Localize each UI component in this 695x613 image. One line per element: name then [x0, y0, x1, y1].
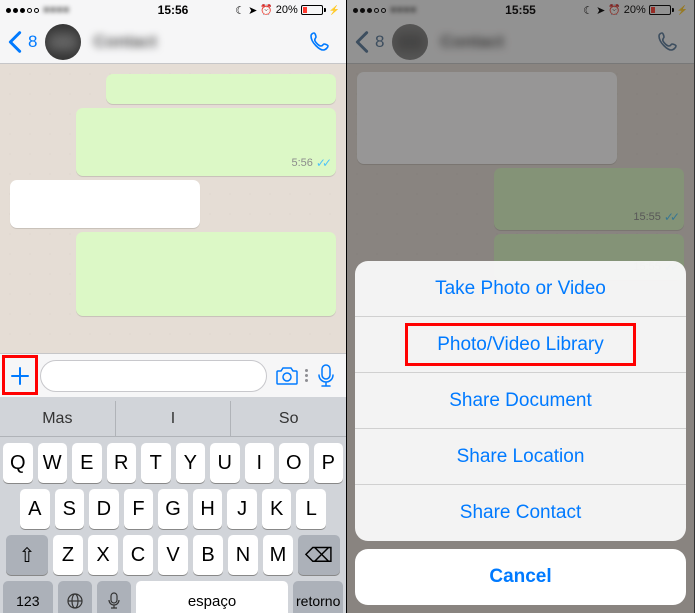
nav-bar: 8 Contact — [0, 20, 346, 64]
suggestion[interactable]: So — [231, 401, 346, 436]
ios-keyboard[interactable]: Mas I So Q W E R T Y U I O P A S D F G H… — [0, 397, 346, 613]
key-shift[interactable]: ⇧ — [6, 535, 48, 575]
key-row-3: ⇧ Z X C V B N M ⌫ — [0, 529, 346, 575]
action-photo-video-library[interactable]: Photo/Video Library — [355, 317, 686, 373]
message-text-input[interactable] — [40, 360, 267, 392]
message-time: 5:56 — [291, 157, 312, 169]
key-return[interactable]: retorno — [293, 581, 343, 613]
signal-dots — [6, 8, 39, 13]
attachment-action-sheet: Take Photo or Video Photo/Video Library … — [355, 261, 686, 605]
attach-plus-button[interactable] — [6, 362, 34, 390]
status-left: ■■■■ — [6, 4, 70, 16]
contact-name[interactable]: Contact — [93, 32, 302, 52]
key-row-2: A S D F G H J K L — [0, 483, 346, 529]
key-s[interactable]: S — [55, 489, 85, 529]
key-q[interactable]: Q — [3, 443, 33, 483]
location-arrow-icon: ➤ — [248, 4, 257, 17]
key-k[interactable]: K — [262, 489, 292, 529]
action-cancel-button[interactable]: Cancel — [355, 549, 686, 605]
key-row-4: 123 espaço retorno — [0, 575, 346, 613]
microphone-icon[interactable] — [312, 362, 340, 390]
key-row-1: Q W E R T Y U I O P — [0, 437, 346, 483]
key-d[interactable]: D — [89, 489, 119, 529]
do-not-disturb-icon: ☾ — [235, 4, 245, 17]
key-t[interactable]: T — [141, 443, 171, 483]
message-in[interactable] — [10, 180, 200, 228]
message-input-bar — [0, 353, 346, 397]
carrier-label: ■■■■ — [43, 4, 70, 16]
key-w[interactable]: W — [38, 443, 68, 483]
back-count[interactable]: 8 — [28, 32, 37, 52]
key-a[interactable]: A — [20, 489, 50, 529]
read-checks-icon: ✓✓ — [316, 156, 328, 170]
action-share-contact[interactable]: Share Contact — [355, 485, 686, 541]
status-time: 15:56 — [158, 3, 189, 17]
suggestion[interactable]: Mas — [0, 401, 116, 436]
status-bar: ■■■■ 15:56 ☾ ➤ ⏰ 20% ⚡ — [0, 0, 346, 20]
key-backspace[interactable]: ⌫ — [298, 535, 340, 575]
key-v[interactable]: V — [158, 535, 188, 575]
key-f[interactable]: F — [124, 489, 154, 529]
phone-screenshot-left: ■■■■ 15:56 ☾ ➤ ⏰ 20% ⚡ 8 Contact 5: — [0, 0, 347, 613]
alarm-icon: ⏰ — [260, 5, 272, 16]
message-out[interactable] — [106, 74, 336, 104]
kebab-menu-icon[interactable] — [305, 369, 308, 382]
charging-icon: ⚡ — [329, 5, 340, 16]
battery-percent: 20% — [276, 4, 298, 16]
key-space[interactable]: espaço — [136, 581, 289, 613]
key-c[interactable]: C — [123, 535, 153, 575]
call-icon[interactable] — [308, 30, 338, 54]
action-take-photo-video[interactable]: Take Photo or Video — [355, 261, 686, 317]
avatar[interactable] — [45, 24, 81, 60]
phone-screenshot-right: ■■■■ 15:55 ☾ ➤ ⏰ 20% ⚡ 8 Contact 15:55✓✓ — [347, 0, 694, 613]
status-right: ☾ ➤ ⏰ 20% ⚡ — [235, 4, 340, 17]
key-o[interactable]: O — [279, 443, 309, 483]
action-sheet-group: Take Photo or Video Photo/Video Library … — [355, 261, 686, 541]
key-numbers[interactable]: 123 — [3, 581, 53, 613]
key-dictation-icon[interactable] — [97, 581, 131, 613]
key-p[interactable]: P — [314, 443, 344, 483]
key-u[interactable]: U — [210, 443, 240, 483]
suggestion[interactable]: I — [116, 401, 232, 436]
key-g[interactable]: G — [158, 489, 188, 529]
action-share-location[interactable]: Share Location — [355, 429, 686, 485]
action-label: Photo/Video Library — [437, 334, 604, 356]
camera-icon[interactable] — [273, 362, 301, 390]
key-y[interactable]: Y — [176, 443, 206, 483]
key-l[interactable]: L — [296, 489, 326, 529]
key-z[interactable]: Z — [53, 535, 83, 575]
message-out[interactable] — [76, 232, 336, 316]
back-chevron-icon[interactable] — [8, 30, 22, 54]
message-out[interactable]: 5:56 ✓✓ — [76, 108, 336, 176]
key-m[interactable]: M — [263, 535, 293, 575]
key-b[interactable]: B — [193, 535, 223, 575]
action-share-document[interactable]: Share Document — [355, 373, 686, 429]
key-n[interactable]: N — [228, 535, 258, 575]
key-globe-icon[interactable] — [58, 581, 92, 613]
key-i[interactable]: I — [245, 443, 275, 483]
keyboard-suggestions: Mas I So — [0, 401, 346, 437]
key-x[interactable]: X — [88, 535, 118, 575]
key-e[interactable]: E — [72, 443, 102, 483]
key-j[interactable]: J — [227, 489, 257, 529]
key-h[interactable]: H — [193, 489, 223, 529]
key-r[interactable]: R — [107, 443, 137, 483]
battery-icon — [301, 5, 326, 15]
